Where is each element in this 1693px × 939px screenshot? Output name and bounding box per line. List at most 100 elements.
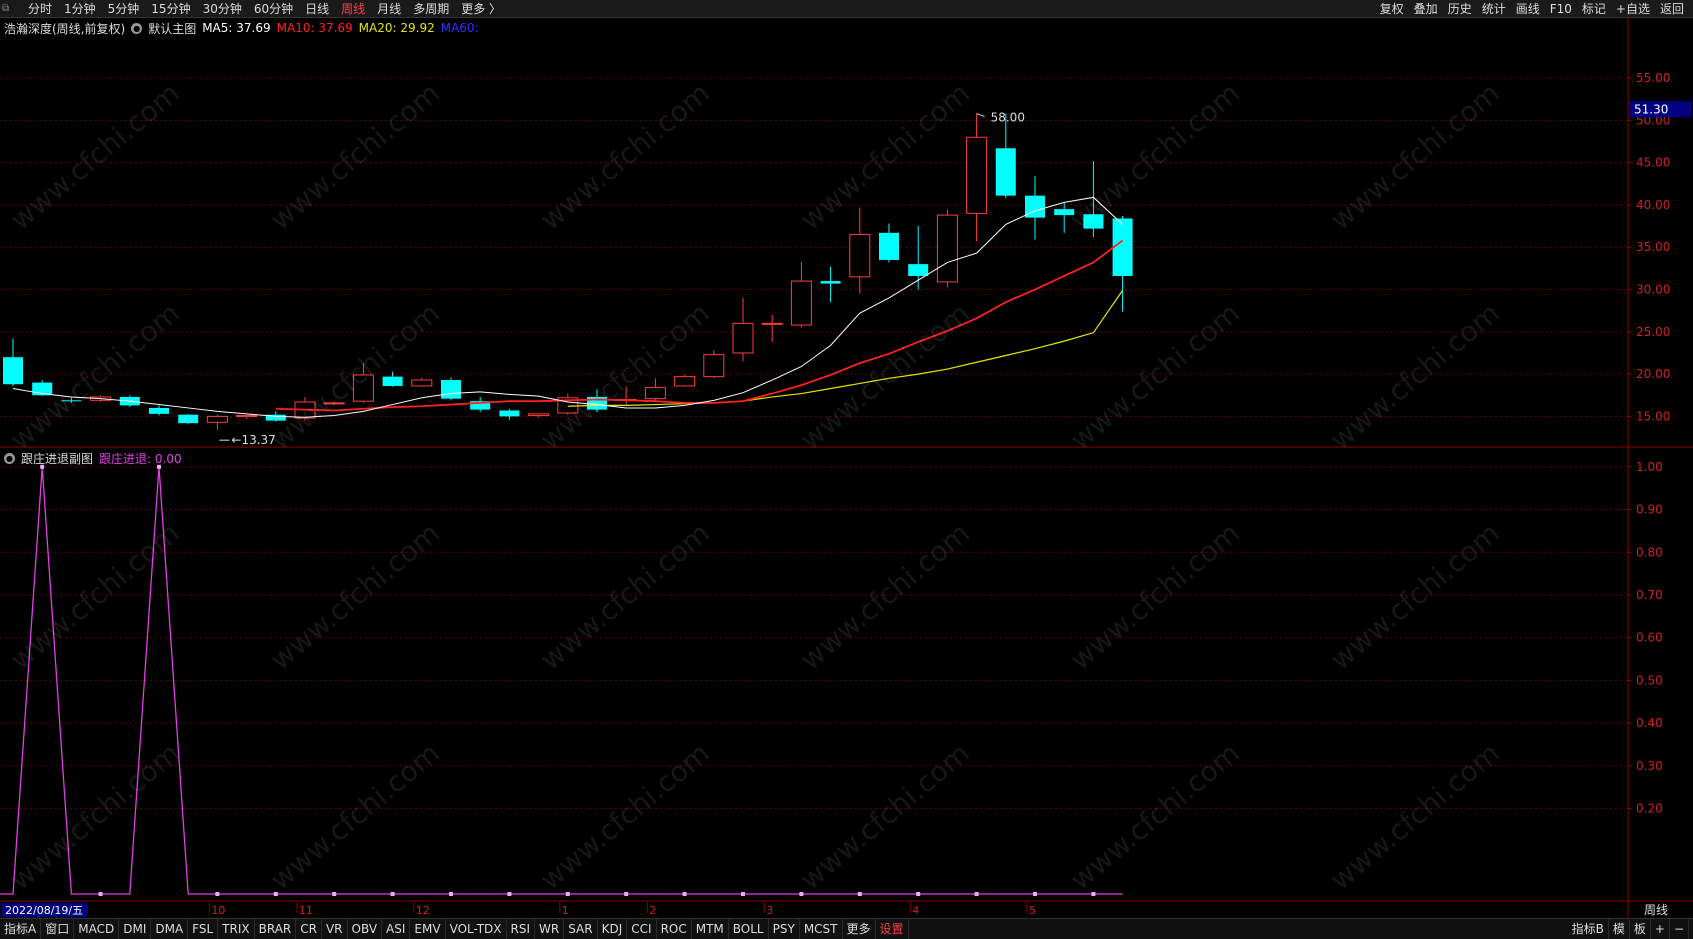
candle-body-down: [908, 264, 929, 276]
indicator-point: [273, 892, 278, 896]
indicator-tab[interactable]: ASI: [382, 919, 411, 939]
indicator-tab[interactable]: KDJ: [598, 919, 628, 939]
indicator-point: [799, 892, 804, 896]
tab-right-button[interactable]: +: [1651, 919, 1670, 939]
candle-body-down: [820, 281, 841, 284]
toolbar-button[interactable]: 叠加: [1409, 0, 1443, 18]
indicator-tab[interactable]: 设置: [876, 919, 909, 939]
indicator-tab[interactable]: 窗口: [41, 919, 75, 939]
right-tools: 复权 叠加 历史 统计 画线 F10 标记 +自选 返回: [1375, 0, 1689, 18]
indicator-tab[interactable]: BOLL: [729, 919, 769, 939]
x-tick-label: 2: [649, 904, 656, 917]
chart-area[interactable]: 15.0020.0025.0030.0035.0040.0045.0050.00…: [0, 18, 1693, 918]
indicator-point: [974, 892, 979, 896]
tab-right-button[interactable]: 指标B: [1568, 919, 1609, 939]
indicator-tab[interactable]: WR: [535, 919, 565, 939]
indicator-tab[interactable]: FSL: [188, 919, 219, 939]
indicator-point: [682, 892, 687, 896]
period-tab[interactable]: 5分钟: [102, 0, 146, 18]
indicator-tab[interactable]: DMI: [119, 919, 152, 939]
period-tab[interactable]: 周线: [335, 0, 371, 18]
toolbar-button[interactable]: F10: [1545, 0, 1577, 18]
candle-body-down: [879, 232, 899, 260]
period-tab[interactable]: 月线: [371, 0, 407, 18]
indicator-tab[interactable]: VR: [322, 919, 348, 939]
period-tab[interactable]: 多周期: [407, 0, 455, 18]
period-tab[interactable]: 1分钟: [58, 0, 102, 18]
low-label: ←13.37: [231, 433, 275, 447]
x-tick-label: 11: [299, 904, 313, 917]
indicator-tab[interactable]: VOL-TDX: [446, 919, 507, 939]
indicator-tab[interactable]: 指标A: [0, 919, 42, 939]
main-tick-label: 20.00: [1636, 367, 1670, 381]
tab-right-button[interactable]: 模: [1609, 919, 1630, 939]
candle-body-down: [178, 414, 199, 424]
indicator-tab[interactable]: CR: [296, 919, 322, 939]
main-tick-label: 55.00: [1636, 71, 1670, 85]
indicator-tab[interactable]: 更多: [843, 919, 876, 939]
high-label: 58.00: [991, 111, 1025, 125]
tab-right-button[interactable]: 板: [1630, 919, 1651, 939]
toolbar-button[interactable]: 标记: [1577, 0, 1611, 18]
period-tab[interactable]: 30分钟: [197, 0, 248, 18]
candle-body-up: [411, 379, 433, 387]
indicator-tab[interactable]: BRAR: [255, 919, 297, 939]
toolbar-button[interactable]: 复权: [1375, 0, 1409, 18]
period-tab[interactable]: 更多 〉: [455, 0, 507, 18]
toolbar-button[interactable]: 统计: [1477, 0, 1511, 18]
indicator-tab[interactable]: MTM: [692, 919, 729, 939]
date-label: 2022/08/19/五: [5, 904, 83, 917]
indicator-point: [565, 892, 570, 896]
indicator-tab[interactable]: OBV: [348, 919, 383, 939]
candle-body-up: [966, 136, 988, 214]
indicator-point: [857, 892, 862, 896]
sub-tick-label: 0.90: [1636, 503, 1663, 517]
indicator-tab[interactable]: TRIX: [218, 919, 255, 939]
candle-body-down: [3, 357, 23, 385]
indicator-tab[interactable]: SAR: [564, 919, 598, 939]
indicator-tab[interactable]: MCST: [800, 919, 843, 939]
main-tick-label: 45.00: [1636, 156, 1670, 170]
candle-body-down: [149, 407, 169, 414]
candle-body-up: [849, 234, 871, 278]
candle-body-down: [1054, 209, 1075, 216]
main-tick-label: 40.00: [1636, 198, 1670, 212]
tab-right-button[interactable]: −: [1670, 919, 1689, 939]
x-tick-label: 3: [766, 904, 773, 917]
period-tab[interactable]: 分时: [22, 0, 58, 18]
toolbar-button[interactable]: 返回: [1655, 0, 1689, 18]
indicator-point: [157, 464, 161, 469]
main-tick-label: 35.00: [1636, 240, 1670, 254]
candle-body-down: [441, 380, 461, 399]
candle-body-up: [674, 376, 696, 387]
sub-tick-label: 0.60: [1636, 631, 1663, 645]
candle-body-up: [790, 280, 812, 326]
toolbar-button[interactable]: +自选: [1611, 0, 1655, 18]
candle-body-up: [206, 415, 228, 423]
sub-tick-label: 0.20: [1636, 802, 1663, 816]
period-tab[interactable]: 15分钟: [145, 0, 196, 18]
indicator-point: [215, 892, 220, 896]
indicator-tab[interactable]: RSI: [507, 919, 536, 939]
indicator-tab[interactable]: ROC: [657, 919, 692, 939]
indicator-point: [332, 892, 337, 896]
period-tab[interactable]: 60分钟: [248, 0, 299, 18]
toolbar-button[interactable]: 历史: [1443, 0, 1477, 18]
x-tick-label: 12: [416, 904, 430, 917]
indicator-tab[interactable]: PSY: [769, 919, 800, 939]
period-tab[interactable]: 日线: [299, 0, 335, 18]
indicator-tab[interactable]: CCI: [627, 919, 657, 939]
indicator-tab[interactable]: DMA: [151, 919, 189, 939]
sub-tick-label: 1.00: [1636, 460, 1663, 474]
indicator-point: [98, 892, 103, 896]
indicator-point: [449, 892, 453, 896]
corner-icon[interactable]: ⧉: [0, 0, 22, 18]
indicator-tab[interactable]: MACD: [74, 919, 120, 939]
high-pointer: [976, 113, 985, 118]
candle-body-down: [1083, 214, 1104, 229]
candle-body-up: [352, 374, 374, 402]
toolbar-button[interactable]: 画线: [1511, 0, 1545, 18]
indicator-tab[interactable]: EMV: [410, 919, 446, 939]
x-tick-label: 4: [912, 904, 919, 917]
sub-tick-label: 0.50: [1636, 673, 1663, 687]
